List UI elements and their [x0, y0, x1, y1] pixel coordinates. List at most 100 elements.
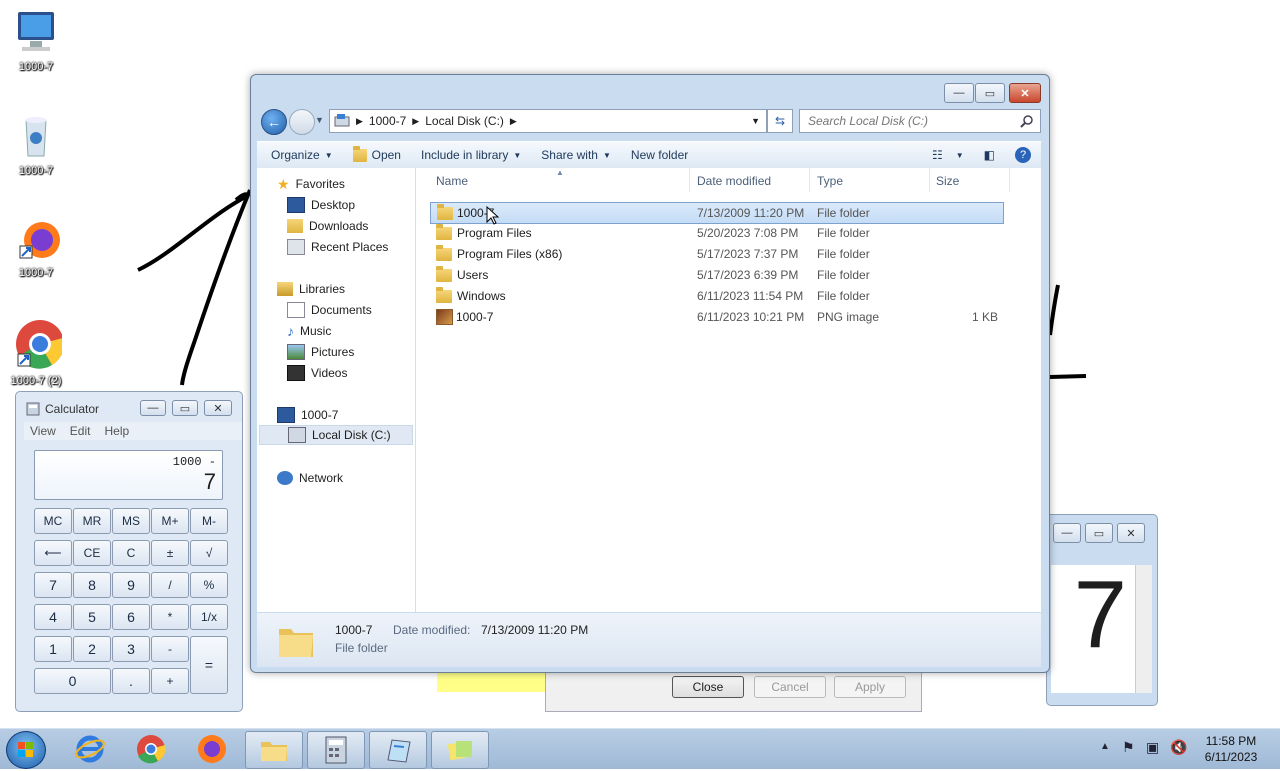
refresh-button[interactable]: ⇆ [767, 109, 793, 133]
nav-downloads[interactable]: Downloads [287, 216, 368, 236]
minimize-button[interactable]: — [944, 83, 974, 103]
open-button[interactable]: Open [343, 142, 411, 168]
taskbar-firefox[interactable] [184, 731, 240, 767]
calculator-window[interactable]: Calculator — ▭ ✕ View Edit Help 1000 - 7… [15, 391, 243, 712]
desktop-icon-computer[interactable]: 1000-7 [6, 10, 66, 73]
explorer-window[interactable]: — ▭ ✕ ← ▼ ▶ 1000-7 ▶ Local Disk (C:) ▶ ▼… [250, 74, 1050, 673]
key-5[interactable]: 5 [73, 604, 111, 630]
nav-favorites[interactable]: ★ Favorites [277, 174, 345, 194]
search-input[interactable] [806, 113, 1020, 129]
calc-close-button[interactable]: ✕ [204, 400, 232, 416]
key-add[interactable]: + [151, 668, 189, 694]
key-0[interactable]: 0 [34, 668, 111, 694]
taskbar-ie[interactable] [62, 731, 118, 767]
column-divider[interactable] [929, 168, 930, 192]
recent-pages-dropdown-icon[interactable]: ▼ [315, 115, 324, 125]
key-equals[interactable]: = [190, 636, 228, 694]
key-6[interactable]: 6 [112, 604, 150, 630]
table-row[interactable]: Program Files 5/20/2023 7:08 PM File fol… [430, 223, 1002, 243]
view-options-button[interactable]: ☷ ▼ [922, 142, 974, 168]
key-mc[interactable]: MC [34, 508, 72, 534]
key-1[interactable]: 1 [34, 636, 72, 662]
desktop-icon-recycle-bin[interactable]: 1000-7 [6, 112, 66, 177]
volume-muted-icon[interactable]: 🔇 [1170, 739, 1187, 756]
menu-edit[interactable]: Edit [70, 424, 91, 438]
key-ms[interactable]: MS [112, 508, 150, 534]
table-row[interactable]: 1000-7 6/11/2023 10:21 PM PNG image 1 KB [430, 307, 1002, 327]
new-folder-button[interactable]: New folder [621, 142, 698, 168]
nav-desktop[interactable]: Desktop [287, 195, 355, 215]
key-mr[interactable]: MR [73, 508, 111, 534]
organize-button[interactable]: Organize ▼ [257, 142, 343, 168]
calc-maximize-button[interactable]: ▭ [172, 400, 198, 416]
dialog-apply-button[interactable]: Apply [834, 676, 906, 698]
column-name[interactable]: Name [436, 174, 468, 188]
column-type[interactable]: Type [817, 174, 843, 188]
key-2[interactable]: 2 [73, 636, 111, 662]
desktop-icon-firefox[interactable]: 1000-7 [6, 214, 66, 279]
minimize-button[interactable]: — [1053, 523, 1081, 543]
key-backspace[interactable]: ⟵ [34, 540, 72, 566]
nav-libraries[interactable]: Libraries [277, 279, 345, 299]
key-3[interactable]: 3 [112, 636, 150, 662]
key-c[interactable]: C [112, 540, 150, 566]
desktop-icon-chrome[interactable]: 1000-7 (2) [6, 318, 66, 387]
help-button[interactable]: ? [1005, 142, 1041, 168]
calc-minimize-button[interactable]: — [140, 400, 166, 416]
include-in-library-button[interactable]: Include in library ▼ [411, 142, 531, 168]
dialog-close-button[interactable]: Close [672, 676, 744, 698]
key-8[interactable]: 8 [73, 572, 111, 598]
key-multiply[interactable]: * [151, 604, 189, 630]
key-decimal[interactable]: . [112, 668, 150, 694]
column-divider[interactable] [809, 168, 810, 192]
key-sqrt[interactable]: √ [190, 540, 228, 566]
column-divider[interactable] [1009, 168, 1010, 192]
key-subtract[interactable]: - [151, 636, 189, 662]
action-center-flag-icon[interactable]: ⚑ [1122, 739, 1135, 756]
search-box[interactable] [799, 109, 1041, 133]
maximize-button[interactable]: ▭ [975, 83, 1005, 103]
preview-pane-button[interactable]: ◧ [974, 142, 1005, 168]
taskbar-chrome[interactable] [123, 731, 179, 767]
close-button[interactable]: ✕ [1009, 83, 1041, 103]
taskbar-paint[interactable] [369, 731, 427, 769]
dialog-cancel-button[interactable]: Cancel [754, 676, 826, 698]
address-dropdown-icon[interactable]: ▼ [751, 116, 760, 126]
table-row[interactable]: Windows 6/11/2023 11:54 PM File folder [430, 286, 1002, 306]
column-divider[interactable] [689, 168, 690, 192]
nav-videos[interactable]: Videos [287, 363, 347, 383]
key-reciprocal[interactable]: 1/x [190, 604, 228, 630]
scrollbar[interactable] [1135, 565, 1152, 693]
column-date-modified[interactable]: Date modified [697, 174, 771, 188]
taskbar-explorer[interactable] [245, 731, 303, 769]
nav-local-disk[interactable]: Local Disk (C:) [259, 425, 413, 445]
key-plus-minus[interactable]: ± [151, 540, 189, 566]
table-row[interactable]: Program Files (x86) 5/17/2023 7:37 PM Fi… [430, 244, 1002, 264]
key-divide[interactable]: / [151, 572, 189, 598]
nav-documents[interactable]: Documents [287, 300, 372, 320]
column-size[interactable]: Size [936, 174, 959, 188]
nav-pictures[interactable]: Pictures [287, 342, 354, 362]
background-window[interactable]: — ▭ ✕ 7 [1046, 514, 1158, 706]
menu-view[interactable]: View [30, 424, 56, 438]
taskbar-sticky-notes[interactable] [431, 731, 489, 769]
breadcrumb-local-disk[interactable]: Local Disk (C:) [425, 114, 504, 128]
forward-button[interactable] [289, 109, 315, 135]
show-hidden-icons-icon[interactable]: ▲ [1100, 741, 1110, 752]
address-bar[interactable]: ▶ 1000-7 ▶ Local Disk (C:) ▶ ▼ [329, 109, 767, 133]
key-percent[interactable]: % [190, 572, 228, 598]
back-button[interactable]: ← [261, 109, 287, 135]
key-4[interactable]: 4 [34, 604, 72, 630]
menu-help[interactable]: Help [104, 424, 129, 438]
key-mminus[interactable]: M- [190, 508, 228, 534]
start-button[interactable] [6, 731, 46, 769]
share-with-button[interactable]: Share with ▼ [531, 142, 621, 168]
maximize-button[interactable]: ▭ [1085, 523, 1113, 543]
tray-clock[interactable]: 11:58 PM 6/11/2023 [1196, 733, 1266, 765]
key-ce[interactable]: CE [73, 540, 111, 566]
close-button[interactable]: ✕ [1117, 523, 1145, 543]
network-tray-icon[interactable]: ▣ [1146, 739, 1159, 756]
nav-network[interactable]: Network [277, 468, 343, 488]
nav-recent-places[interactable]: Recent Places [287, 237, 388, 257]
nav-music[interactable]: ♪ Music [287, 321, 331, 341]
